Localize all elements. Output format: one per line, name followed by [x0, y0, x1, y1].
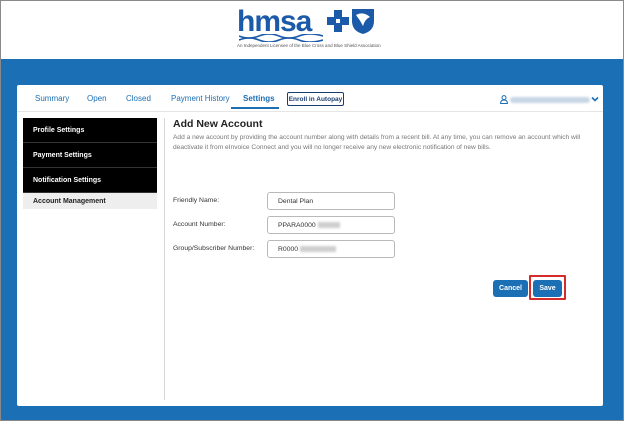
friendly-name-value: Dental Plan: [278, 197, 314, 205]
form-description: Add a new account by providing the accou…: [173, 134, 581, 151]
user-icon: [500, 95, 508, 104]
redacted-digits: [300, 246, 337, 252]
blue-shield-icon: [352, 9, 374, 34]
account-number-value: PPARA0000: [278, 221, 316, 229]
sidebar-item-payment-settings[interactable]: Payment Settings: [23, 143, 157, 168]
page-title: Add New Account: [173, 118, 263, 130]
add-account-form: Add New Account Add a new account by pro…: [173, 118, 597, 300]
sidebar-item-profile-settings[interactable]: Profile Settings: [23, 118, 157, 143]
tab-open[interactable]: Open: [87, 94, 107, 103]
friendly-name-label: Friendly Name:: [173, 197, 220, 204]
tabs-divider: [17, 111, 603, 112]
active-tab-indicator: [231, 107, 279, 109]
site-header: hmsa An Independent Licensee of the Blue…: [1, 1, 623, 59]
group-subscriber-value: R0000: [278, 245, 299, 253]
chevron-down-icon[interactable]: [591, 95, 599, 103]
account-number-input[interactable]: PPARA0000: [267, 216, 395, 234]
logo-tagline: An Independent Licensee of the Blue Cros…: [237, 43, 381, 48]
tab-closed[interactable]: Closed: [126, 94, 151, 103]
sidebar-item-account-management[interactable]: Account Management: [23, 193, 157, 209]
enroll-autopay-button[interactable]: Enroll in Autopay: [287, 92, 344, 106]
main-panel: Summary Open Closed Payment History Sett…: [17, 85, 603, 406]
tab-settings[interactable]: Settings: [243, 94, 275, 103]
tab-summary[interactable]: Summary: [35, 94, 69, 103]
cancel-button[interactable]: Cancel: [493, 280, 528, 297]
account-email-redacted: [510, 97, 590, 103]
save-button[interactable]: Save: [533, 280, 562, 297]
friendly-name-input[interactable]: Dental Plan: [267, 192, 395, 210]
account-number-label: Account Number:: [173, 221, 226, 228]
logo-wordmark: hmsa: [237, 5, 312, 38]
blue-cross-icon: [327, 10, 349, 32]
settings-sidebar: Profile Settings Payment Settings Notifi…: [23, 118, 157, 209]
sidebar-item-notification-settings[interactable]: Notification Settings: [23, 168, 157, 193]
group-subscriber-input[interactable]: R0000: [267, 240, 395, 258]
logo-waves-icon: [239, 34, 323, 42]
redacted-digits: [317, 222, 340, 228]
sidebar-divider: [164, 118, 165, 400]
hmsa-logo: hmsa An Independent Licensee of the Blue…: [237, 7, 387, 51]
group-subscriber-label: Group/Subscriber Number:: [173, 245, 255, 252]
tab-bar: Summary Open Closed Payment History Sett…: [17, 85, 603, 111]
tab-payment-history[interactable]: Payment History: [171, 94, 230, 103]
account-menu[interactable]: [500, 95, 599, 105]
